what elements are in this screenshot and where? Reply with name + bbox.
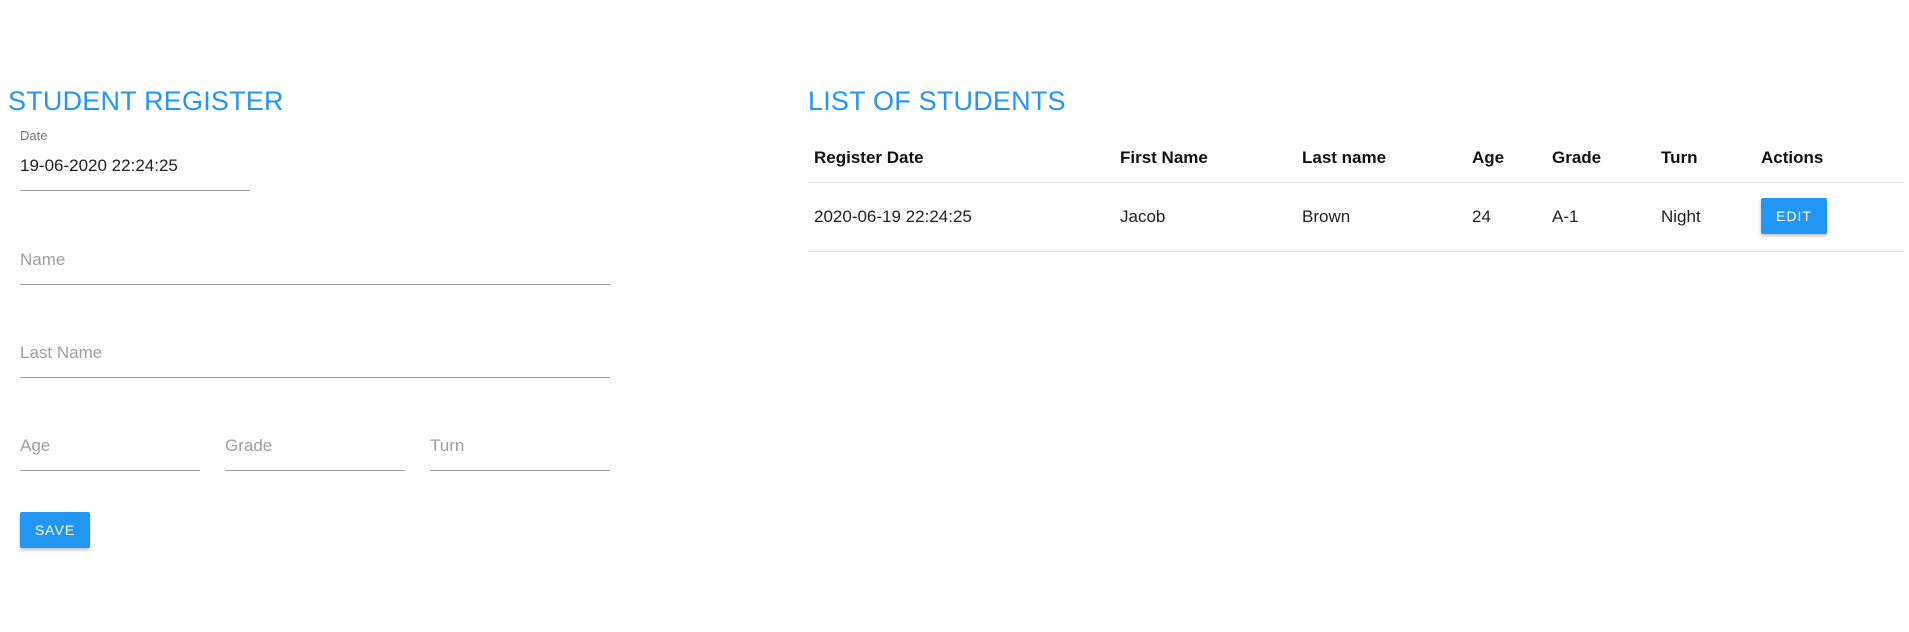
date-field[interactable]: Date 19-06-2020 22:24:25 [20, 128, 250, 191]
page: STUDENT REGISTER Date 19-06-2020 22:24:2… [0, 0, 1909, 632]
header-turn: Turn [1661, 148, 1698, 167]
list-title: LIST OF STUDENTS [808, 86, 1066, 116]
age-field[interactable]: Age [20, 420, 200, 471]
cell-grade: A-1 [1552, 207, 1579, 226]
students-list: LIST OF STUDENTS Register Date First Nam… [808, 84, 1904, 252]
cell-age: 24 [1472, 207, 1491, 226]
cell-first-name: Jacob [1120, 207, 1166, 226]
header-grade: Grade [1552, 148, 1602, 167]
last-name-field[interactable]: Last Name [20, 327, 610, 378]
register-title: STUDENT REGISTER [8, 86, 284, 116]
age-placeholder: Age [20, 436, 51, 455]
name-field[interactable]: Name [20, 234, 610, 285]
table-row: 2020-06-19 22:24:25 Jacob Brown 24 A-1 N… [808, 183, 1904, 252]
student-register-form: STUDENT REGISTER Date 19-06-2020 22:24:2… [8, 84, 628, 548]
header-first-name: First Name [1120, 148, 1208, 167]
students-table: Register Date First Name Last name Age G… [808, 138, 1904, 252]
save-button[interactable]: SAVE [20, 512, 90, 548]
cell-turn: Night [1661, 207, 1701, 226]
grade-placeholder: Grade [225, 436, 273, 455]
header-actions: Actions [1761, 148, 1824, 167]
cell-last-name: Brown [1302, 207, 1351, 226]
header-age: Age [1472, 148, 1505, 167]
edit-button[interactable]: EDIT [1761, 198, 1827, 234]
grade-field[interactable]: Grade [225, 420, 405, 471]
header-register-date: Register Date [814, 148, 924, 167]
date-label: Date [20, 128, 48, 143]
cell-register-date: 2020-06-19 22:24:25 [814, 207, 972, 226]
last-name-placeholder: Last Name [20, 343, 103, 362]
turn-field[interactable]: Turn [430, 420, 610, 471]
date-value: 19-06-2020 22:24:25 [20, 156, 178, 175]
header-last-name: Last name [1302, 148, 1387, 167]
name-placeholder: Name [20, 250, 66, 269]
table-header-row: Register Date First Name Last name Age G… [808, 138, 1904, 183]
turn-placeholder: Turn [430, 436, 465, 455]
